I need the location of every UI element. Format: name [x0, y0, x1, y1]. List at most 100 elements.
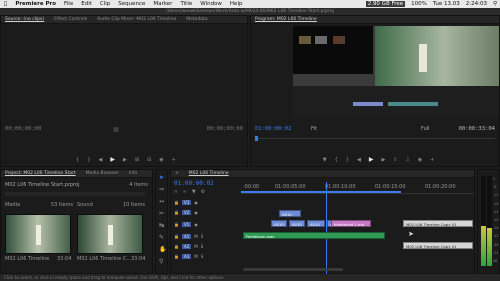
track-header-a3[interactable]: 🔒 A3 M S	[171, 252, 241, 260]
step-forward-icon[interactable]: ▶	[123, 157, 127, 163]
track-select-icon[interactable]: ⇒	[159, 186, 164, 193]
lock-icon[interactable]: 🔒	[174, 254, 179, 259]
bin-media[interactable]: Media	[5, 202, 20, 208]
tab-project[interactable]: Project: M02 L06 Timeline Start	[5, 171, 76, 176]
selection-tool-icon[interactable]: ➤	[159, 174, 164, 181]
app-name[interactable]: Premiere Pro	[15, 1, 56, 7]
tab-media-browser[interactable]: Media Browser	[86, 171, 119, 176]
extract-icon[interactable]: ⇩	[406, 157, 410, 163]
lift-icon[interactable]: ⇧	[393, 157, 397, 163]
quality-dropdown[interactable]: Full	[421, 126, 430, 132]
tab-timeline[interactable]: M02 L06 Timeline	[189, 171, 229, 176]
add-icon[interactable]: +	[430, 157, 434, 163]
clip-feelbloom-audio[interactable]: Feelbloom.wav	[243, 232, 385, 239]
solo-icon[interactable]: S	[201, 234, 204, 239]
program-scrubber[interactable]	[255, 136, 495, 141]
menu-sequence[interactable]: Sequence	[118, 1, 145, 7]
eye-icon[interactable]: ◉	[194, 200, 198, 205]
add-marker-icon[interactable]: ▼	[192, 189, 196, 195]
tab-metadata[interactable]: Metadata	[186, 17, 207, 22]
pen-icon[interactable]: ✎	[159, 234, 164, 241]
program-video[interactable]	[293, 26, 499, 116]
razor-icon[interactable]: ✂	[159, 210, 164, 217]
tab-audio-mixer[interactable]: Audio Clip Mixer: M02 L06 Timeline	[97, 17, 176, 22]
eye-icon[interactable]: ◉	[194, 222, 198, 227]
mute-icon[interactable]: M	[194, 234, 197, 239]
overwrite-icon[interactable]: ⊟	[147, 157, 151, 163]
insert-icon[interactable]: ⊞	[135, 157, 139, 163]
close-icon[interactable]: ×	[175, 171, 179, 176]
clip-v1-a010b[interactable]: A010	[289, 220, 305, 227]
track-header-v3[interactable]: 🔒 V3 ◉	[171, 198, 241, 206]
menu-clip[interactable]: Clip	[100, 1, 110, 7]
lock-icon[interactable]: 🔒	[174, 222, 179, 227]
zoom-icon[interactable]: ⚲	[159, 258, 163, 265]
mute-icon[interactable]: M	[194, 254, 197, 259]
program-timecode[interactable]: 01:00:00:02	[255, 126, 291, 132]
menu-edit[interactable]: Edit	[81, 1, 92, 7]
clip-interlaced[interactable]: Interlaced 1.mo	[331, 220, 371, 227]
lock-icon[interactable]: 🔒	[174, 244, 179, 249]
sequence-thumbnail-2[interactable]	[77, 214, 143, 254]
tab-program[interactable]: Program: M02 L06 Timeline	[255, 17, 317, 22]
lock-icon[interactable]: 🔒	[174, 234, 179, 239]
drag-video-icon[interactable]: ▦	[113, 126, 119, 133]
snap-icon[interactable]: ∩	[174, 189, 178, 195]
menu-window[interactable]: Window	[200, 1, 222, 7]
menu-file[interactable]: File	[64, 1, 73, 7]
project-search[interactable]	[5, 192, 145, 196]
mark-in-icon[interactable]: {	[335, 157, 338, 163]
marker-icon[interactable]: ▼	[323, 157, 327, 163]
mute-icon[interactable]: M	[194, 244, 197, 249]
clip-v1-a010[interactable]: A010	[271, 220, 287, 227]
search-icon[interactable]: ⚲	[493, 1, 497, 7]
play-icon[interactable]: ▶	[369, 156, 374, 163]
menu-help[interactable]: Help	[230, 1, 243, 7]
solo-icon[interactable]: S	[201, 244, 204, 249]
apple-icon[interactable]: 	[4, 1, 7, 7]
linked-selection-icon[interactable]: ∞	[183, 189, 187, 195]
eye-icon[interactable]: ◉	[194, 210, 198, 215]
mark-in-icon[interactable]: {	[76, 157, 79, 163]
ripple-edit-icon[interactable]: ↔	[159, 198, 164, 205]
track-header-v1[interactable]: 🔒 V1 ◉	[171, 220, 241, 228]
clip-v1-a010c[interactable]: A010	[307, 220, 325, 227]
menu-marker[interactable]: Marker	[153, 1, 172, 7]
timeline-scrollbar[interactable]	[243, 268, 343, 271]
fit-dropdown[interactable]: Fit	[311, 126, 317, 132]
playhead[interactable]	[255, 136, 258, 141]
timeline-timecode[interactable]: 01:00:00:02	[174, 180, 214, 187]
item-count: 4 Items	[129, 182, 148, 188]
timeline-playhead[interactable]	[326, 182, 327, 274]
tab-info[interactable]: Info	[129, 171, 138, 176]
solo-icon[interactable]: S	[201, 254, 204, 259]
lock-icon[interactable]: 🔒	[174, 210, 179, 215]
tab-source[interactable]: Source: (no clips)	[5, 17, 44, 22]
clip-timeline-copy-a1[interactable]: M02 L06 Timeline Copy 01	[403, 242, 473, 249]
bin-sound[interactable]: Sound	[77, 202, 93, 208]
step-forward-icon[interactable]: ▶	[381, 157, 385, 163]
hand-icon[interactable]: ✋	[159, 246, 166, 253]
wrench-icon[interactable]: ⚙	[201, 189, 205, 195]
track-header-a2[interactable]: 🔒 A2 M S	[171, 242, 241, 250]
tools-panel: ➤ ⇒ ↔ ✂ ↹ ✎ ✋ ⚲	[155, 169, 168, 274]
track-header-a1[interactable]: 🔒 A1 M S	[171, 232, 241, 240]
clip-timeline-copy-v1[interactable]: M02 L06 Timeline Copy 01	[403, 220, 473, 227]
sequence-thumbnail-1[interactable]	[5, 214, 71, 254]
mark-out-icon[interactable]: }	[87, 157, 90, 163]
track-header-v2[interactable]: 🔒 V2 ◉	[171, 208, 241, 216]
tab-effect-controls[interactable]: Effect Controls	[54, 17, 87, 22]
step-back-icon[interactable]: ◀	[99, 157, 103, 163]
lock-icon[interactable]: 🔒	[174, 200, 179, 205]
mark-out-icon[interactable]: }	[346, 157, 349, 163]
clip-v2-a010[interactable]: A010	[279, 210, 301, 217]
timeline-ruler[interactable]: :00:00 01:00:05:00 01:00:10:00 01:00:15:…	[241, 182, 474, 194]
step-back-icon[interactable]: ◀	[357, 157, 361, 163]
add-icon[interactable]: +	[172, 157, 176, 163]
camera-icon[interactable]: ◉	[159, 157, 163, 163]
play-icon[interactable]: ▶	[110, 156, 115, 163]
camera-icon[interactable]: ◉	[418, 157, 422, 163]
menu-title[interactable]: Title	[180, 1, 192, 7]
slip-icon[interactable]: ↹	[159, 222, 164, 229]
work-area-bar[interactable]	[241, 191, 401, 193]
